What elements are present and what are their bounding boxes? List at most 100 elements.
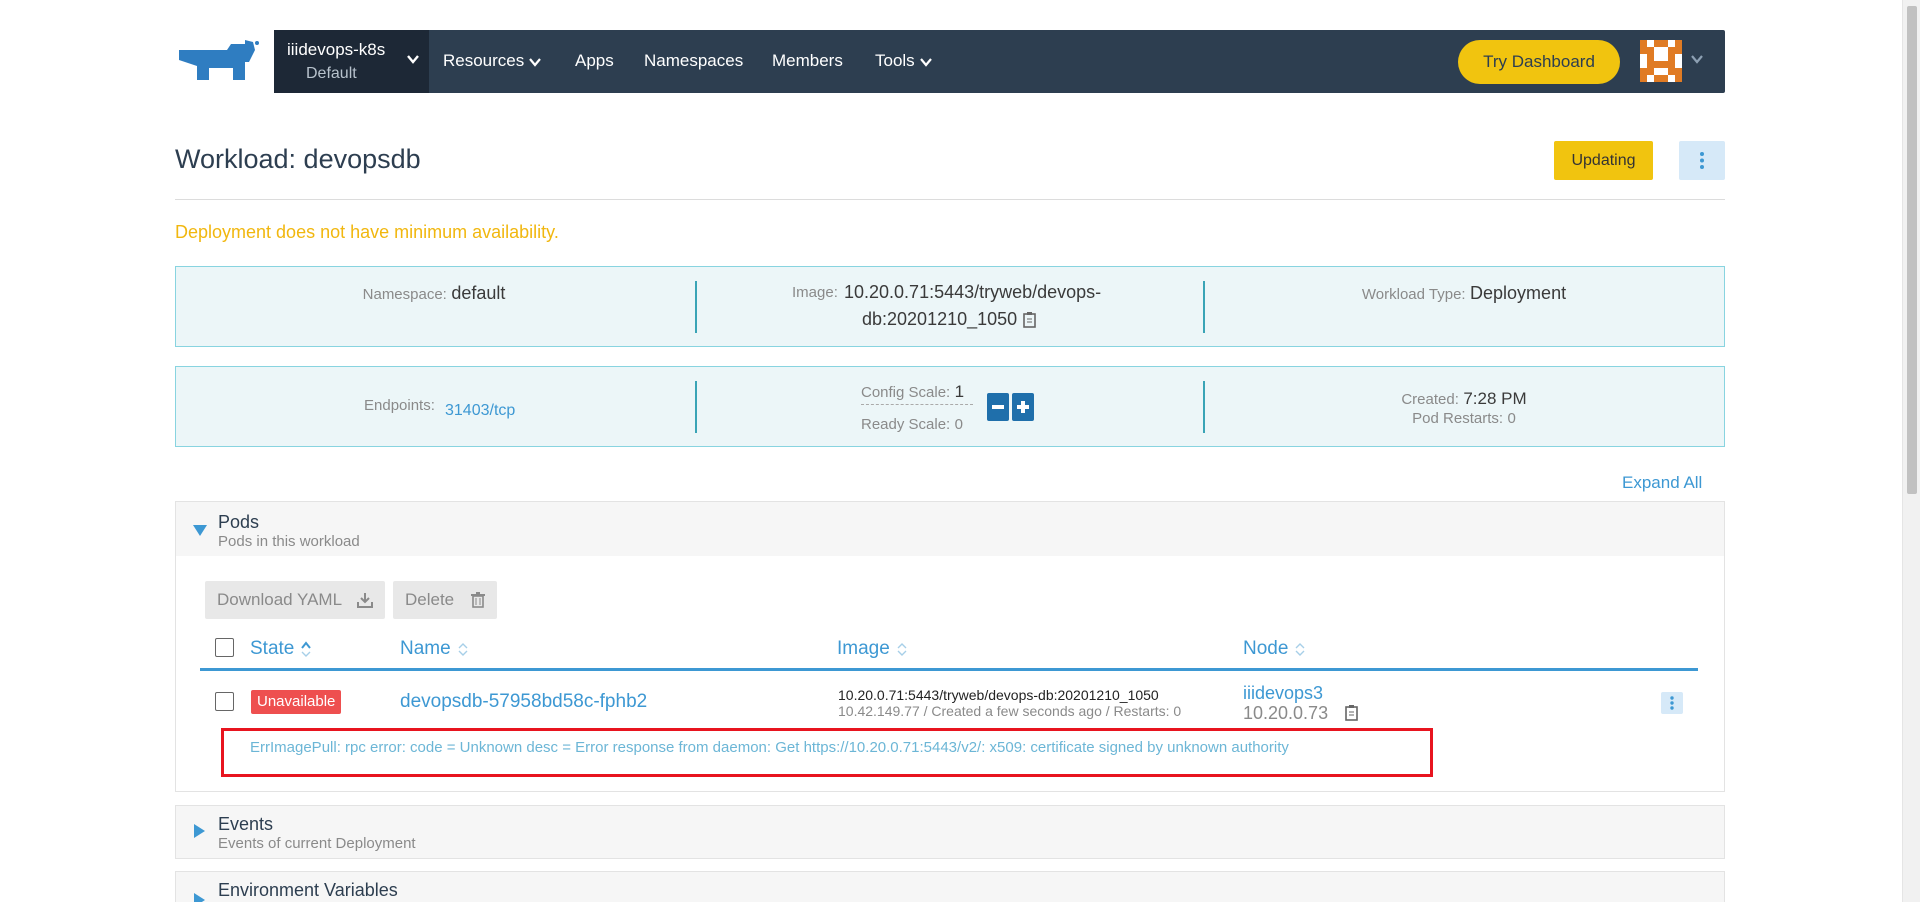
copy-icon[interactable] bbox=[1344, 704, 1360, 722]
nav-apps-label: Apps bbox=[575, 51, 614, 70]
chevron-down-icon bbox=[529, 57, 542, 67]
ready-scale: Ready Scale: 0 bbox=[861, 416, 963, 434]
created-value: 7:28 PM bbox=[1463, 389, 1527, 408]
nav-resources[interactable]: Resources bbox=[443, 51, 542, 71]
pod-restarts-value: 0 bbox=[1507, 410, 1516, 427]
env-vars-title: Environment Variables bbox=[218, 880, 398, 900]
sort-icon bbox=[458, 642, 468, 656]
image-label: Image: bbox=[792, 284, 838, 301]
column-image-label: Image bbox=[837, 638, 890, 659]
pod-image: 10.20.0.71:5443/tryweb/devops-db:2020121… bbox=[838, 687, 1159, 703]
created-line: Created: 7:28 PM bbox=[1206, 389, 1722, 409]
chevron-down-icon[interactable] bbox=[1690, 53, 1704, 65]
status-badge: Updating bbox=[1554, 141, 1653, 180]
workload-type-value: Deployment bbox=[1470, 283, 1567, 303]
column-divider bbox=[1203, 381, 1205, 433]
image-value-line1: 10.20.0.71:5443/tryweb/devops- bbox=[844, 282, 1102, 302]
select-all-checkbox[interactable] bbox=[215, 638, 234, 657]
chevron-down-icon bbox=[407, 55, 419, 64]
nav-members[interactable]: Members bbox=[772, 51, 843, 71]
created-label: Created: bbox=[1401, 391, 1459, 408]
more-vertical-icon bbox=[1700, 152, 1704, 169]
column-header-state[interactable]: State bbox=[250, 638, 312, 660]
cluster-switcher[interactable]: iiidevops-k8s Default bbox=[274, 30, 429, 93]
events-title: Events bbox=[218, 814, 274, 834]
column-header-node[interactable]: Node bbox=[1243, 638, 1306, 660]
scrollbar-thumb[interactable] bbox=[1907, 6, 1917, 494]
caret-right-icon bbox=[194, 893, 205, 902]
events-section-header[interactable]: Events Events of current Deployment bbox=[175, 805, 1725, 859]
workload-scale-box: Endpoints: 31403/tcp Config Scale: 1 Rea… bbox=[175, 366, 1725, 447]
pods-title: Pods bbox=[218, 512, 260, 532]
endpoint-link[interactable]: 31403/tcp bbox=[445, 402, 515, 420]
nav-resources-label: Resources bbox=[443, 51, 525, 70]
expand-all-link[interactable]: Expand All bbox=[1622, 473, 1702, 493]
caret-down-icon bbox=[193, 525, 207, 536]
actions-menu-button[interactable] bbox=[1679, 141, 1725, 180]
config-scale: Config Scale: 1 bbox=[861, 382, 973, 405]
column-node-label: Node bbox=[1243, 638, 1289, 659]
try-dashboard-button[interactable]: Try Dashboard bbox=[1458, 40, 1620, 84]
download-yaml-label: Download YAML bbox=[217, 590, 343, 609]
plus-icon bbox=[1017, 401, 1029, 413]
events-subtitle: Events of current Deployment bbox=[218, 835, 416, 852]
top-navbar: iiidevops-k8s Default Resources Apps Nam… bbox=[274, 30, 1725, 93]
title-divider bbox=[175, 199, 1725, 200]
env-vars-section-header[interactable]: Environment Variables bbox=[175, 871, 1725, 902]
node-ip: 10.20.0.73 bbox=[1243, 703, 1329, 723]
scale-down-button[interactable] bbox=[987, 393, 1009, 421]
scale-field: Config Scale: 1 Ready Scale: 0 bbox=[696, 367, 1212, 446]
trash-icon bbox=[471, 592, 485, 608]
column-name-label: Name bbox=[400, 638, 451, 659]
download-icon bbox=[357, 593, 373, 608]
column-header-image[interactable]: Image bbox=[837, 638, 908, 660]
table-header-underline bbox=[200, 668, 1698, 671]
column-state-label: State bbox=[250, 638, 295, 659]
scale-up-button[interactable] bbox=[1012, 393, 1034, 421]
project-name: Default bbox=[306, 65, 357, 82]
pod-restarts-line: Pod Restarts: 0 bbox=[1206, 410, 1722, 428]
availability-warning: Deployment does not have minimum availab… bbox=[175, 222, 559, 242]
copy-icon[interactable] bbox=[1022, 311, 1038, 329]
namespace-label: Namespace: bbox=[362, 286, 447, 303]
sort-icon bbox=[1295, 642, 1305, 656]
delete-label: Delete bbox=[405, 590, 455, 609]
column-header-name[interactable]: Name bbox=[400, 638, 469, 660]
download-yaml-button[interactable]: Download YAML bbox=[205, 581, 385, 619]
namespace-field: Namespace: default bbox=[176, 267, 692, 346]
nav-tools-label: Tools bbox=[875, 51, 915, 70]
column-divider bbox=[1203, 281, 1205, 333]
pod-name-link[interactable]: devopsdb-57958bd58c-fphb2 bbox=[400, 691, 647, 713]
workload-type-field: Workload Type: Deployment bbox=[1206, 267, 1722, 346]
nav-namespaces[interactable]: Namespaces bbox=[644, 51, 743, 71]
image-value-line2: db:20201210_1050 bbox=[862, 309, 1018, 329]
created-field: Created: 7:28 PM Pod Restarts: 0 bbox=[1206, 367, 1722, 446]
chevron-down-icon bbox=[919, 57, 932, 67]
ready-scale-value: 0 bbox=[954, 416, 964, 433]
more-vertical-icon bbox=[1670, 696, 1674, 710]
row-actions-button[interactable] bbox=[1661, 692, 1683, 714]
endpoints-label: Endpoints: bbox=[364, 397, 435, 414]
ready-scale-label: Ready Scale: bbox=[861, 416, 951, 433]
pod-error-message: ErrImagePull: rpc error: code = Unknown … bbox=[250, 739, 1289, 756]
pod-restarts-label: Pod Restarts: bbox=[1412, 410, 1504, 427]
nav-namespaces-label: Namespaces bbox=[644, 51, 744, 70]
nav-apps[interactable]: Apps bbox=[575, 51, 614, 71]
nav-members-label: Members bbox=[772, 51, 843, 70]
pods-section-header[interactable]: Pods Pods in this workload bbox=[175, 501, 1725, 557]
rancher-logo-icon[interactable] bbox=[175, 40, 261, 84]
row-checkbox[interactable] bbox=[215, 692, 234, 711]
config-scale-label: Config Scale: bbox=[861, 384, 951, 401]
pods-subtitle: Pods in this workload bbox=[218, 533, 360, 550]
page-scrollbar[interactable] bbox=[1902, 0, 1920, 902]
cluster-name: iiidevops-k8s bbox=[287, 40, 386, 59]
sort-icon bbox=[897, 642, 907, 656]
delete-button[interactable]: Delete bbox=[393, 581, 497, 619]
state-badge: Unavailable bbox=[251, 690, 342, 714]
image-field: Image: 10.20.0.71:5443/tryweb/devops- db… bbox=[696, 267, 1212, 346]
node-name-link[interactable]: iiidevops3 bbox=[1243, 683, 1323, 704]
nav-tools[interactable]: Tools bbox=[875, 51, 932, 71]
page-title: Workload: devopsdb bbox=[175, 144, 421, 174]
caret-right-icon bbox=[194, 824, 205, 838]
user-avatar[interactable] bbox=[1640, 40, 1682, 82]
